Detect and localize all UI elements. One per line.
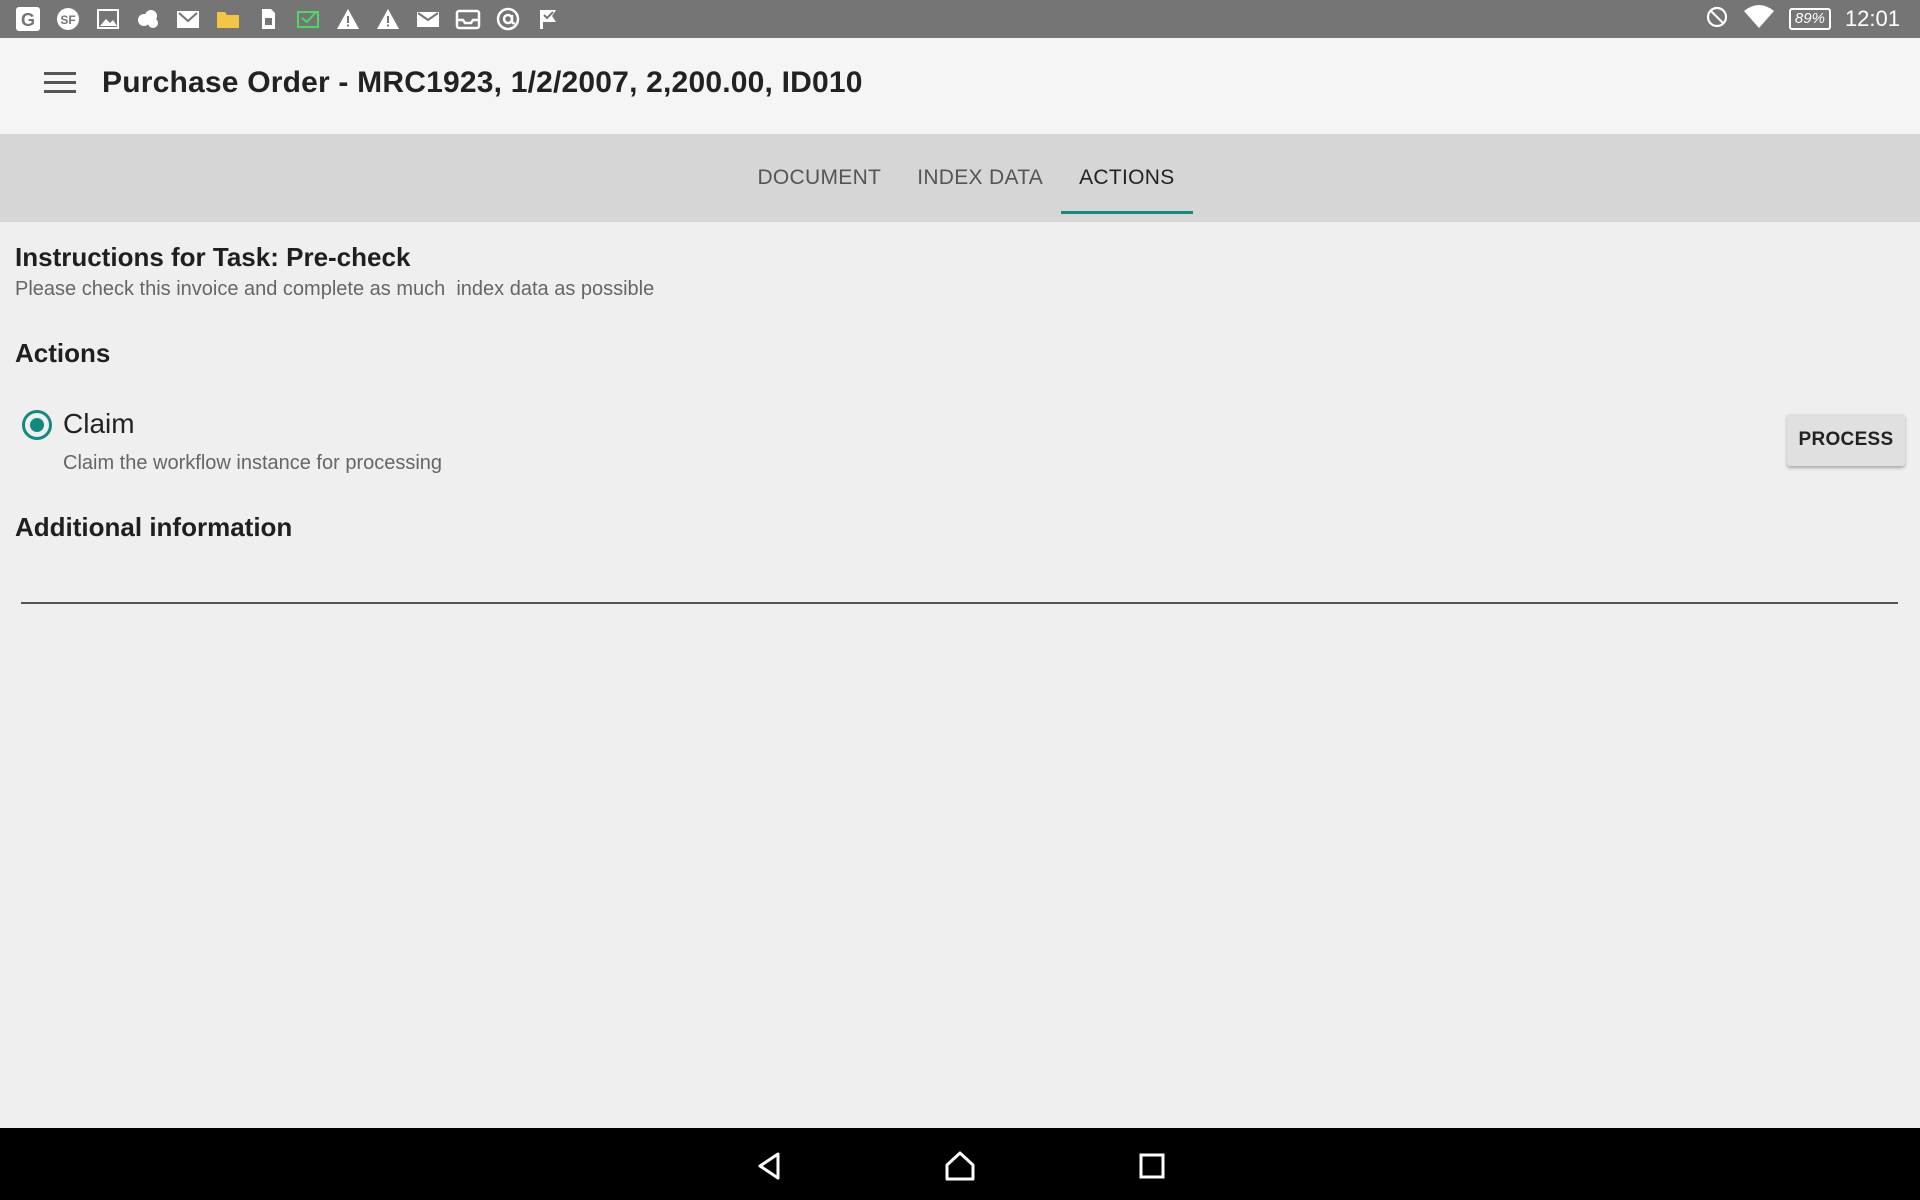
page-title: Purchase Order - MRC1923, 1/2/2007, 2,20… bbox=[102, 66, 863, 99]
tab-document[interactable]: DOCUMENT bbox=[739, 134, 899, 222]
tab-actions[interactable]: ACTIONS bbox=[1061, 134, 1194, 222]
hamburger-menu-icon[interactable] bbox=[44, 72, 76, 98]
folder-icon bbox=[214, 6, 242, 32]
mail-check-icon bbox=[294, 6, 322, 32]
flag-check-icon bbox=[534, 6, 562, 32]
task-description: Please check this invoice and complete a… bbox=[15, 278, 655, 300]
warning-icon bbox=[334, 6, 362, 32]
recent-apps-icon[interactable] bbox=[1132, 1146, 1172, 1186]
actions-heading: Actions bbox=[15, 338, 111, 368]
additional-information-input[interactable] bbox=[21, 562, 1898, 604]
tab-bar: DOCUMENT INDEX DATA ACTIONS bbox=[0, 134, 1920, 222]
app-bar: Purchase Order - MRC1923, 1/2/2007, 2,20… bbox=[0, 38, 1920, 135]
claim-option-label[interactable]: Claim bbox=[63, 408, 135, 440]
additional-information-heading: Additional information bbox=[15, 512, 293, 542]
notification-icons: G SF bbox=[14, 6, 562, 32]
cloud-icon bbox=[134, 6, 162, 32]
process-button[interactable]: PROCESS bbox=[1787, 414, 1905, 466]
image-icon bbox=[94, 6, 122, 32]
clock: 12:01 bbox=[1844, 6, 1900, 31]
task-title: Instructions for Task: Pre-check bbox=[15, 242, 411, 272]
do-not-disturb-icon bbox=[1705, 5, 1729, 34]
battery-indicator: 89% bbox=[1788, 8, 1831, 30]
tab-index-data[interactable]: INDEX DATA bbox=[899, 134, 1061, 222]
claim-option-description: Claim the workflow instance for processi… bbox=[63, 452, 443, 474]
claim-radio-button[interactable] bbox=[22, 410, 52, 440]
sf-icon: SF bbox=[54, 6, 82, 32]
radio-selected-dot bbox=[30, 418, 44, 432]
status-indicators: 89% 12:01 bbox=[1705, 0, 1900, 38]
home-icon[interactable] bbox=[940, 1146, 980, 1186]
warning-icon bbox=[374, 6, 402, 32]
svg-text:SF: SF bbox=[60, 13, 75, 27]
sim-icon bbox=[254, 6, 282, 32]
google-icon: G bbox=[14, 6, 42, 32]
inbox-icon bbox=[454, 6, 482, 32]
envelope-icon bbox=[414, 6, 442, 32]
gmail-icon bbox=[174, 6, 202, 32]
status-bar: G SF 89% 12:01 bbox=[0, 0, 1920, 38]
back-icon[interactable] bbox=[750, 1146, 790, 1186]
at-icon bbox=[494, 6, 522, 32]
navigation-bar bbox=[0, 1128, 1920, 1200]
wifi-icon bbox=[1743, 4, 1775, 35]
svg-text:G: G bbox=[21, 10, 35, 30]
